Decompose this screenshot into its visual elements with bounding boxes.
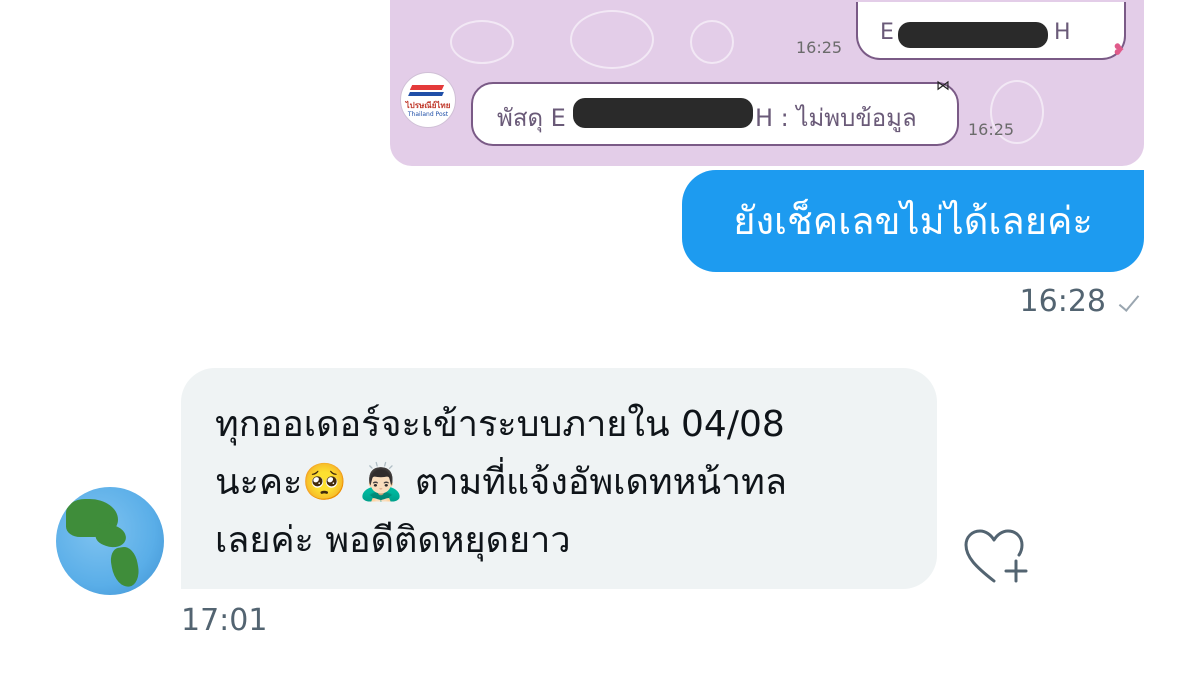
doodle-decoration (570, 10, 654, 69)
embedded-incoming-suffix: H : ไม่พบข้อมูล (755, 104, 917, 132)
globe-americas-icon[interactable] (56, 487, 164, 595)
doodle-decoration (450, 20, 514, 64)
redaction-bar (573, 98, 753, 128)
check-icon (1116, 290, 1140, 314)
sent-message-time: 16:28 (1019, 284, 1106, 319)
sent-message-bubble[interactable]: ยังเช็คเลขไม่ได้เลยค่ะ (682, 170, 1144, 272)
redaction-bar (898, 22, 1048, 48)
message-line: นะคะ🥺 🙇🏻‍♂️ ตามที่แจ้งอัพเดทหน้าทล (215, 462, 787, 503)
image-attachment[interactable]: E H ❥ 16:25 ไปรษณีย์ไทย Thailand Post พั… (390, 0, 1144, 166)
message-line: เลยค่ะ พอดีติดหยุดยาว (215, 520, 571, 561)
logo-subtext: Thailand Post (407, 111, 449, 118)
embedded-outgoing-time: 16:25 (796, 38, 843, 57)
embedded-incoming-time: 16:25 (968, 120, 1015, 139)
message-line: ทุกออเดอร์จะเข้าระบบภายใน 04/08 (215, 404, 785, 445)
dm-conversation: E H ❥ 16:25 ไปรษณีย์ไทย Thailand Post พั… (0, 0, 1200, 677)
received-message-text: ทุกออเดอร์จะเข้าระบบภายใน 04/08 นะคะ🥺 🙇🏻… (215, 396, 905, 570)
doodle-decoration (690, 20, 734, 64)
embedded-outgoing-prefix: E (880, 20, 894, 45)
embedded-incoming-bubble: พัสดุ E H : ไม่พบข้อมูล (471, 82, 959, 146)
bow-decoration-icon: ⋈ (936, 78, 950, 94)
embedded-incoming-prefix: พัสดุ E (497, 104, 566, 132)
sent-message-text: ยังเช็คเลขไม่ได้เลยค่ะ (733, 199, 1093, 243)
heart-plus-icon[interactable] (960, 527, 1032, 587)
received-message-time: 17:01 (181, 603, 268, 638)
heart-decoration-icon: ❥ (1112, 40, 1126, 59)
logo-text: ไปรษณีย์ไทย (405, 101, 451, 110)
thailand-post-logo: ไปรษณีย์ไทย Thailand Post (400, 72, 456, 128)
embedded-outgoing-bubble: E H (856, 2, 1126, 60)
received-message-bubble[interactable]: ทุกออเดอร์จะเข้าระบบภายใน 04/08 นะคะ🥺 🙇🏻… (181, 368, 937, 589)
sent-message-meta: 16:28 (1020, 284, 1140, 319)
embedded-outgoing-suffix: H (1054, 20, 1071, 45)
